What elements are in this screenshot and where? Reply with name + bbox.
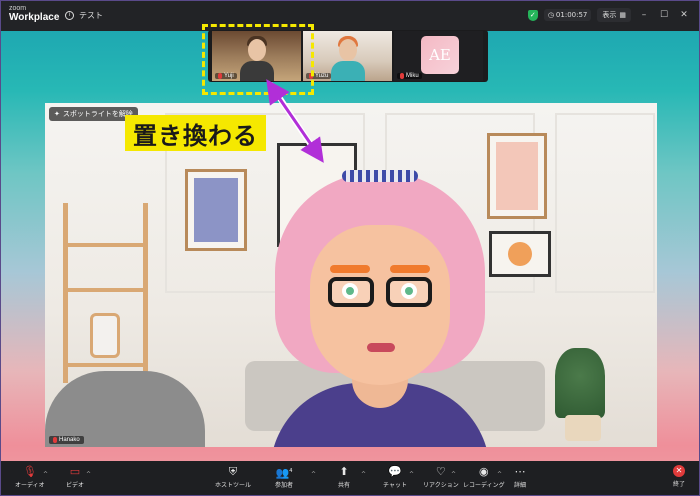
wall-frame xyxy=(185,169,247,251)
end-call-icon: ✕ xyxy=(672,465,685,477)
reactions-label: リアクション xyxy=(423,482,459,489)
participants-count: 4 xyxy=(289,468,293,474)
more-dots-icon: ⋯ xyxy=(514,465,526,478)
wall-frame xyxy=(487,133,547,219)
host-tools-label: ホストツール xyxy=(215,482,252,489)
meeting-title: テスト xyxy=(79,11,103,20)
clock-icon: ◷ xyxy=(547,11,554,19)
shelf-board xyxy=(63,363,148,367)
share-options-chevron-icon[interactable]: ^ xyxy=(361,471,366,478)
speaker-name: Hanako xyxy=(59,437,80,443)
main-avatar xyxy=(270,170,490,447)
video-options-chevron-icon[interactable]: ^ xyxy=(86,471,91,478)
plant xyxy=(555,348,605,418)
chat-button[interactable]: 💬 チャット xyxy=(383,465,407,489)
logo-zoom-text: zoom xyxy=(9,5,27,12)
chat-label: チャット xyxy=(383,482,407,489)
info-icon: i xyxy=(65,11,74,20)
meeting-toolbar: 🎙 オーディオ ^ ▭ ビデオ ^ ⛨ ホストツール 👥4 参加者 ^ ⬆ 共有… xyxy=(1,461,699,495)
participant-name: Yuzu xyxy=(315,73,329,79)
logo-workplace-text: Workplace xyxy=(9,12,60,23)
recording-label: レコーディング xyxy=(463,482,505,489)
muted-mic-icon xyxy=(400,73,404,79)
participant-name: Miku xyxy=(406,73,419,79)
avatar-brow xyxy=(390,265,430,273)
speaker-name-label: Hanako xyxy=(49,436,84,444)
people-icon: 👥4 xyxy=(275,466,293,480)
frame-art xyxy=(194,178,238,242)
zoom-window: zoom Workplace i テスト ✓ ◷ 01:00:57 表示 ▦ –… xyxy=(0,0,700,496)
muted-mic-icon: 🎙 xyxy=(22,465,37,478)
participant-tile-yuzu[interactable]: Yuzu xyxy=(303,31,392,81)
titlebar-controls: ✓ ◷ 01:00:57 表示 ▦ – ☐ ✕ xyxy=(527,8,691,22)
video-off-icon: ▭ xyxy=(69,465,81,478)
participants-label: 参加者 xyxy=(275,482,294,489)
frame-art xyxy=(508,242,532,266)
video-label: ビデオ xyxy=(66,482,85,489)
avatar-headband xyxy=(342,170,418,182)
record-icon: ◉ xyxy=(478,465,489,478)
app-logo: zoom Workplace xyxy=(9,5,59,23)
highlight-dashed-box xyxy=(202,24,314,95)
more-label: 詳細 xyxy=(514,482,527,489)
audio-options-chevron-icon[interactable]: ^ xyxy=(43,471,48,478)
participants-options-chevron-icon[interactable]: ^ xyxy=(311,471,316,478)
participant-name-label: Miku xyxy=(397,73,422,79)
replace-annotation-label: 置き換わる xyxy=(125,115,266,151)
host-tools-button[interactable]: ⛨ ホストツール xyxy=(215,465,251,489)
reactions-options-chevron-icon[interactable]: ^ xyxy=(451,471,456,478)
frame-art xyxy=(496,142,538,210)
video-button[interactable]: ▭ ビデオ xyxy=(66,465,84,489)
wall-panel xyxy=(555,113,655,293)
participants-button[interactable]: 👥4 参加者 xyxy=(275,465,293,489)
spotlight-pin-icon: ✦ xyxy=(54,110,60,118)
wall-frame xyxy=(489,231,551,277)
avatar-glasses xyxy=(386,277,432,307)
timer-text: 01:00:57 xyxy=(555,11,588,19)
avatar-brow xyxy=(330,265,370,273)
view-button[interactable]: 表示 ▦ xyxy=(597,8,631,22)
meeting-info-button[interactable]: i テスト xyxy=(65,10,103,21)
chat-options-chevron-icon[interactable]: ^ xyxy=(409,471,414,478)
mirror xyxy=(90,313,120,358)
spotlight-label: スポットライトを解除 xyxy=(62,110,133,118)
meeting-timer: ◷ 01:00:57 xyxy=(543,9,592,21)
audio-label: オーディオ xyxy=(15,482,45,489)
participant-tile-miku[interactable]: AE Miku xyxy=(394,31,483,81)
close-icon[interactable]: ✕ xyxy=(677,10,691,20)
heart-icon: ♡ xyxy=(435,465,446,478)
chat-bubble-icon: 💬 xyxy=(388,465,402,478)
encryption-shield-icon[interactable]: ✓ xyxy=(527,9,538,21)
shelf-post xyxy=(143,203,148,383)
shelf-board xyxy=(63,288,148,292)
shelf-post xyxy=(63,203,68,383)
share-label: 共有 xyxy=(338,482,351,489)
avatar-mouth xyxy=(367,343,395,352)
view-label: 表示 xyxy=(602,11,617,19)
share-button[interactable]: ⬆ 共有 xyxy=(338,465,350,489)
avatar-body xyxy=(331,61,365,81)
more-button[interactable]: ⋯ 詳細 xyxy=(514,465,526,489)
title-bar: zoom Workplace i テスト ✓ ◷ 01:00:57 表示 ▦ –… xyxy=(1,1,699,31)
audio-button[interactable]: 🎙 オーディオ xyxy=(15,465,45,489)
shield-icon: ⛨ xyxy=(228,465,238,478)
recording-options-chevron-icon[interactable]: ^ xyxy=(497,471,502,478)
end-meeting-button[interactable]: ✕ 終了 xyxy=(672,465,685,488)
main-video-spotlight[interactable]: ✦ スポットライトを解除 Hanako xyxy=(45,103,657,447)
shelf-board xyxy=(63,243,148,247)
avatar-glasses xyxy=(328,277,374,307)
profile-picture: AE xyxy=(421,36,459,74)
share-screen-icon: ⬆ xyxy=(339,465,349,478)
end-label: 終了 xyxy=(672,481,685,488)
muted-mic-icon xyxy=(53,437,57,443)
minimize-icon[interactable]: – xyxy=(637,10,651,20)
grid-icon: ▦ xyxy=(619,11,626,19)
maximize-icon[interactable]: ☐ xyxy=(657,10,671,20)
avatar-head xyxy=(339,39,357,61)
plant-pot xyxy=(565,415,601,441)
